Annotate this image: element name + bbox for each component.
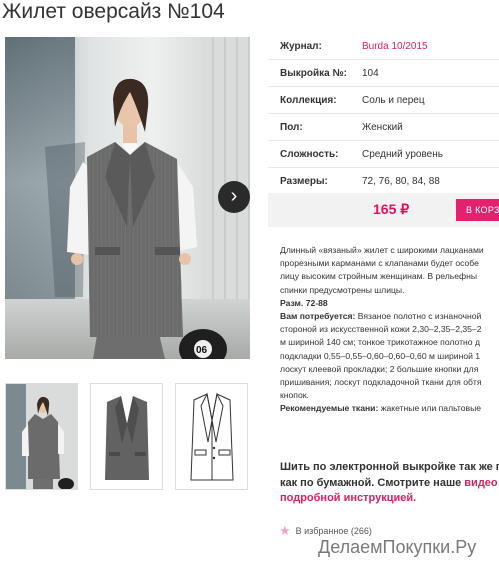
price-bar: 165 ₽ В КОРЗ [268, 193, 499, 227]
info-row-collection: Коллекция: Соль и перец [268, 87, 499, 114]
page-title: Жилет оверсайз №104 [2, 0, 225, 23]
thumbnail-drawing-image [176, 384, 247, 489]
model-illustration: 06 [45, 78, 227, 359]
video-link[interactable]: видео [464, 477, 497, 489]
site-watermark: ДелаемПокупки.Ру [318, 537, 477, 557]
product-description: Длинный «вязаный» жилет с широкими лацка… [280, 244, 499, 416]
info-row-sizes: Размеры: 72, 76, 80, 84, 88 [268, 168, 499, 195]
thumbnail-vest[interactable] [90, 383, 163, 490]
fabrics-label: Рекомендуемые ткани: [280, 403, 379, 414]
info-label: Журнал: [280, 40, 322, 52]
instruction-link[interactable]: подробной инструкцией. [280, 491, 499, 507]
star-icon: ★ [279, 523, 291, 538]
next-photo-button[interactable]: › [218, 181, 250, 213]
materials-line: подкладки 0,55–0,55–0,60–0,60–0,60 м шир… [280, 350, 481, 361]
materials-line: Вязаное полотно с изнаночной [355, 311, 482, 322]
materials-line: пришивания; лоскут подкладочной ткани дл… [280, 377, 482, 388]
thumbnail-vest-image [91, 384, 162, 489]
main-product-photo[interactable]: 06 › [5, 37, 250, 359]
info-row-pattern-number: Выкройка №: 104 [268, 60, 499, 87]
svg-text:06: 06 [196, 345, 208, 356]
add-to-cart-button[interactable]: В КОРЗ [456, 199, 499, 221]
description-line: прорезными карманами с клапанами будет о… [280, 258, 479, 269]
chevron-right-icon: › [230, 185, 238, 207]
info-label: Размеры: [280, 175, 328, 187]
info-value: 104 [362, 67, 379, 79]
info-row-magazine: Журнал: Burda 10/2015 [268, 33, 499, 60]
favorites-label: В избранное (266) [295, 526, 372, 536]
info-label: Пол: [280, 121, 303, 133]
description-line: спинки предусмотрены шлицы. [280, 284, 405, 295]
info-label: Коллекция: [280, 94, 337, 106]
sizes-label: Разм. 72-88 [280, 297, 328, 308]
product-info-table: Журнал: Burda 10/2015 Выкройка №: 104 Ко… [268, 33, 499, 195]
info-value: Средний уровень [362, 148, 443, 160]
info-value: Женский [362, 121, 403, 133]
thumbnail-model-image [6, 384, 77, 489]
info-label: Выкройка №: [280, 67, 347, 79]
materials-label: Вам потребуется: [280, 311, 356, 322]
thumbnail-photo[interactable] [5, 383, 78, 490]
info-row-difficulty: Сложность: Средний уровень [268, 141, 499, 168]
info-value: 72, 76, 80, 84, 88 [362, 175, 440, 187]
info-row-gender: Пол: Женский [268, 114, 499, 141]
materials-line: кнопок. [280, 390, 309, 401]
thumbnail-technical-drawing[interactable] [175, 383, 248, 490]
price: 165 ₽ [373, 201, 410, 217]
fabrics-value: жакетные или пальтовые [378, 403, 482, 414]
materials-line: стороной из искусственной кожи 2,30–2,35… [280, 324, 482, 335]
materials-line: лоскут клеевой прокладки; 2 большие кноп… [280, 363, 479, 374]
info-value: Соль и перец [362, 94, 425, 106]
notice-line: как по бумажной. Смотрите наше [280, 476, 465, 489]
materials-line: м шириной 140 см; тонкое трикотажное пол… [280, 337, 480, 348]
description-line: Длинный «вязаный» жилет с широкими лацка… [280, 245, 484, 255]
description-line: лицу высоким стройным женщинам. В рельеф… [280, 271, 478, 282]
info-label: Сложность: [280, 148, 339, 160]
magazine-link[interactable]: Burda 10/2015 [362, 41, 428, 52]
sewing-instructions-notice: Шить по электронной выкройке так же п ка… [280, 460, 499, 507]
notice-line: Шить по электронной выкройке так же п [280, 461, 499, 473]
